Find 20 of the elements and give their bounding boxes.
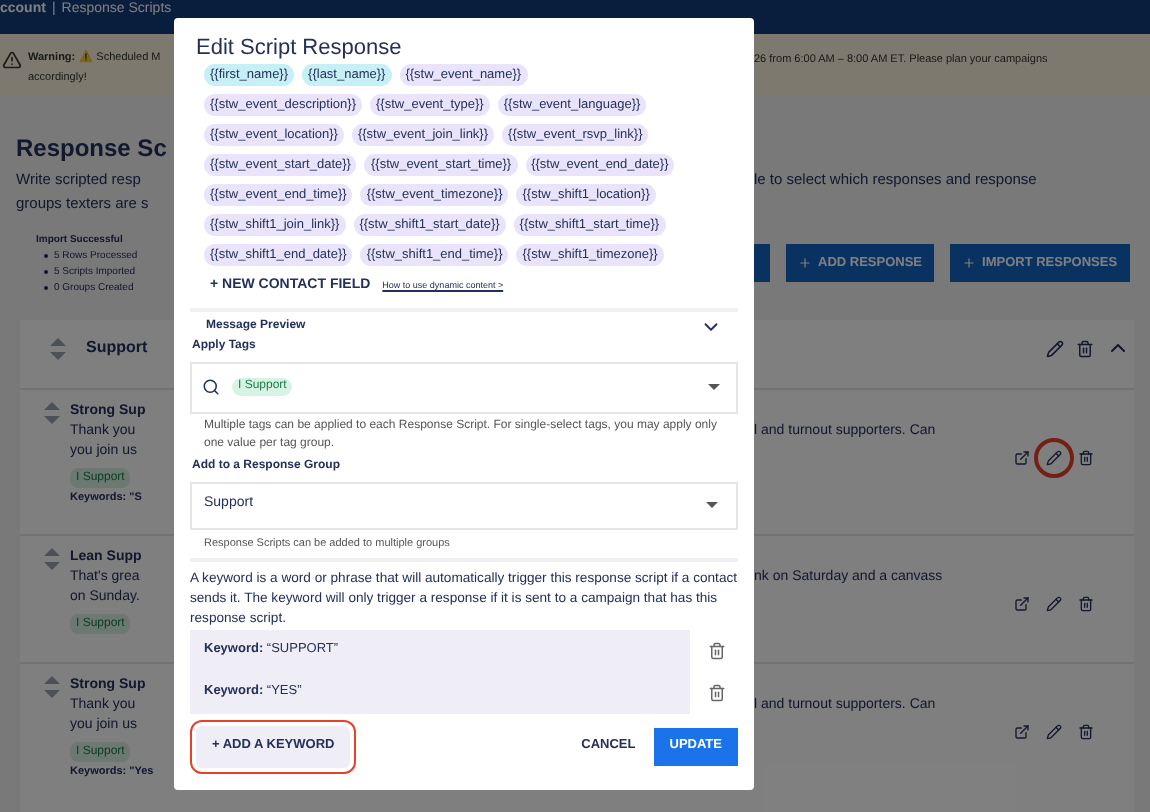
delete-icon[interactable]	[1078, 450, 1094, 466]
dropdown-caret-icon	[706, 502, 718, 508]
dialog-title: Edit Script Response	[194, 34, 404, 62]
plus-icon	[962, 256, 977, 270]
delete-icon[interactable]	[1076, 339, 1094, 357]
edit-icon[interactable]	[1046, 339, 1064, 357]
open-icon[interactable]	[1014, 450, 1030, 466]
warning-icon	[2, 50, 22, 70]
delete-icon[interactable]	[1078, 596, 1094, 612]
delete-icon[interactable]	[708, 641, 726, 660]
open-icon[interactable]	[1014, 724, 1030, 740]
delete-icon[interactable]	[708, 683, 726, 702]
search-icon	[202, 378, 220, 396]
page-title: Response Sc	[16, 132, 169, 166]
open-icon[interactable]	[1014, 596, 1030, 612]
plus-icon	[798, 256, 812, 270]
dropdown-caret-icon	[708, 384, 720, 390]
group-name: Support	[86, 336, 148, 360]
edit-icon[interactable]	[1034, 438, 1074, 478]
delete-icon[interactable]	[1078, 724, 1094, 740]
